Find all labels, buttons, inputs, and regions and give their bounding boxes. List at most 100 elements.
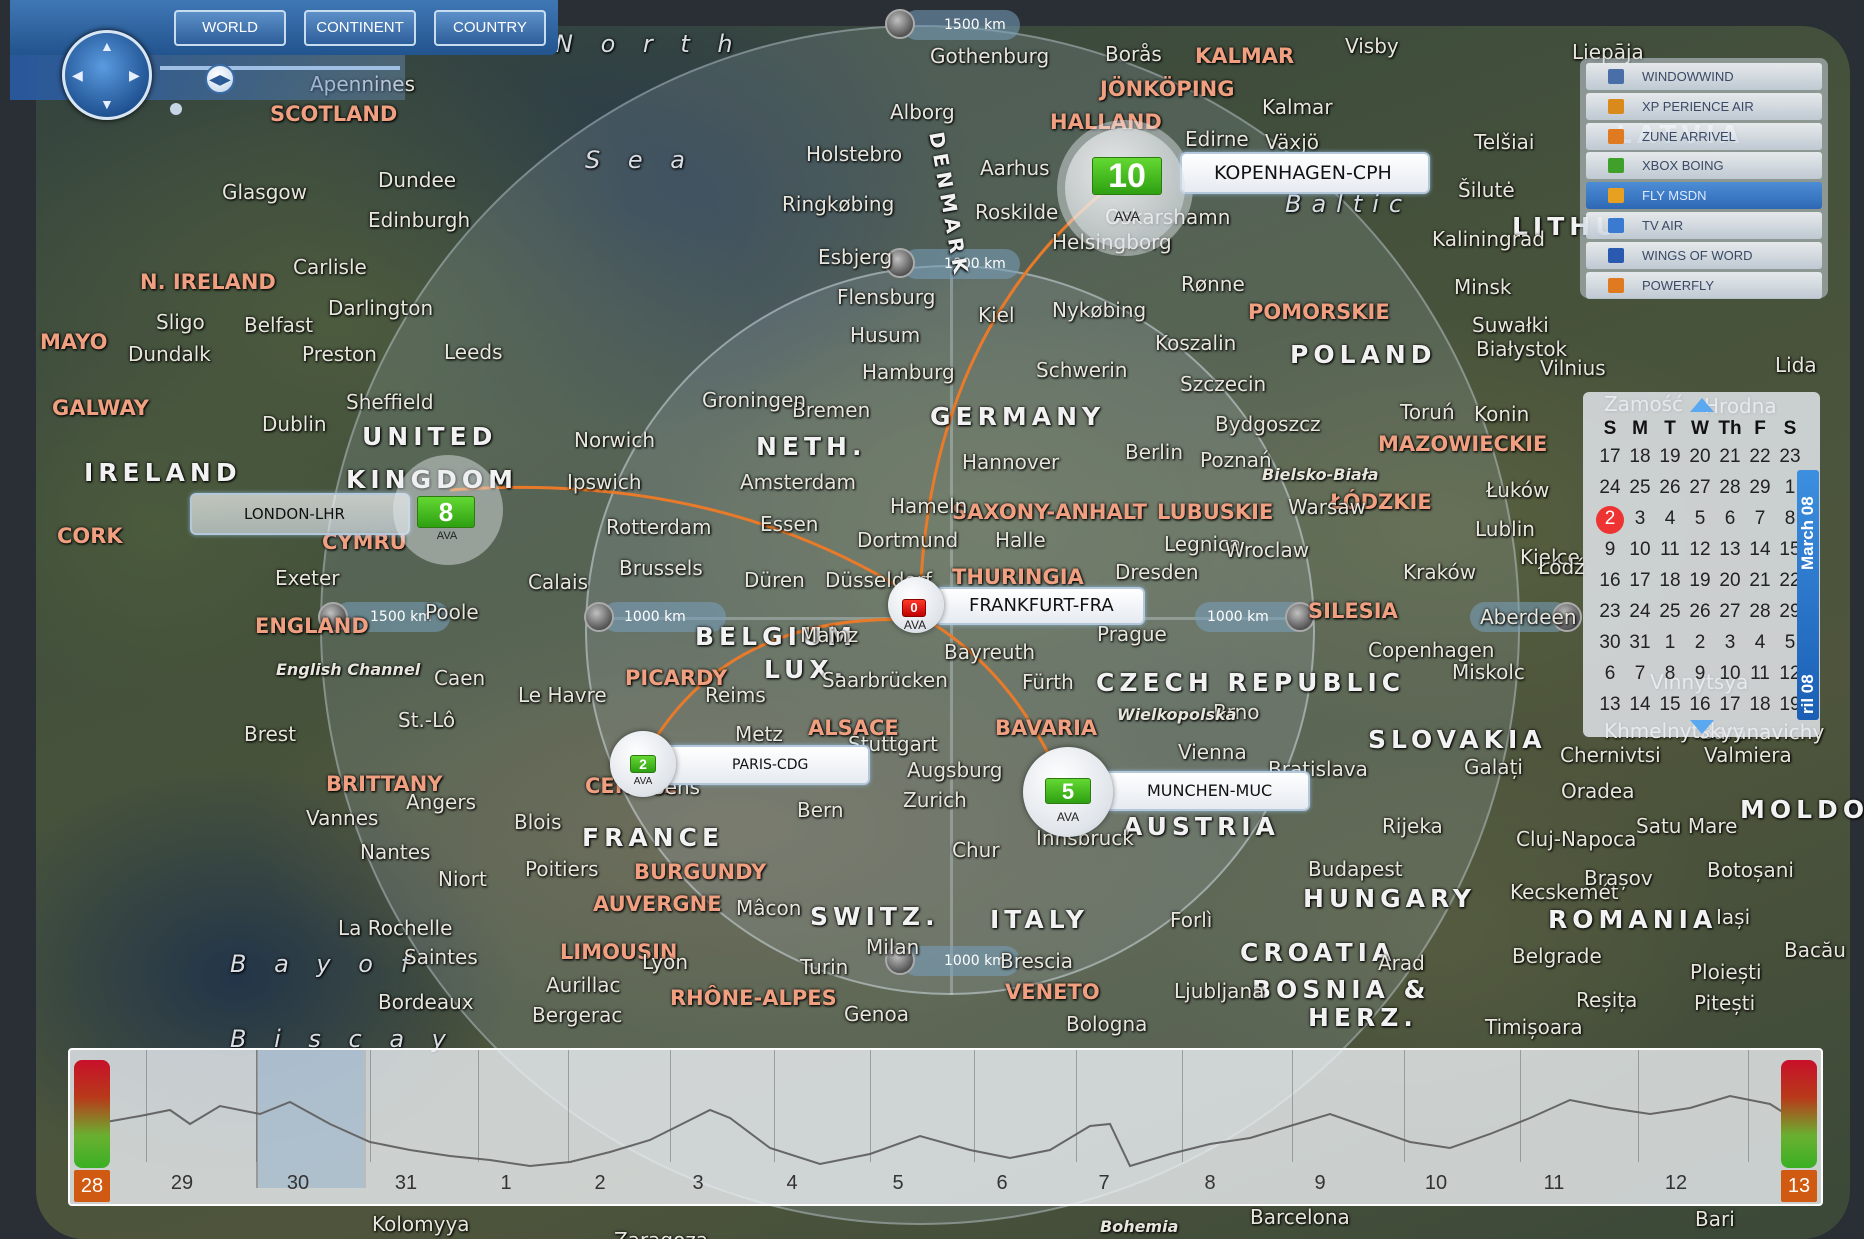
airport-label[interactable]: FRANKFURT-FRA <box>935 587 1145 625</box>
calendar-day[interactable]: 18 <box>1745 694 1775 716</box>
calendar-day[interactable]: 17 <box>1595 446 1625 468</box>
distance-handle[interactable] <box>885 9 915 39</box>
calendar-day[interactable]: 27 <box>1715 601 1745 623</box>
pan-compass[interactable]: ▲ ▼ ◀ ▶ <box>62 30 152 120</box>
calendar-day[interactable]: 9 <box>1595 539 1625 561</box>
calendar-scroll-up-icon[interactable] <box>1690 398 1714 412</box>
calendar-day[interactable]: 16 <box>1685 694 1715 716</box>
calendar-day[interactable]: 26 <box>1685 601 1715 623</box>
timeline-day-label[interactable]: 30 <box>278 1172 318 1195</box>
continent-button[interactable]: CONTINENT <box>304 10 416 46</box>
airport-label[interactable]: KOPENHAGEN-CPH <box>1180 152 1430 194</box>
airline-item[interactable]: POWERFLY <box>1586 271 1822 299</box>
calendar-day[interactable]: 18 <box>1655 570 1685 592</box>
calendar-month-strip[interactable]: March 08 ril 08 <box>1797 470 1819 720</box>
calendar-day[interactable]: 18 <box>1625 446 1655 468</box>
timeline[interactable]: 29 30 31 1 2 3 4 5 6 7 8 9 10 11 12 28 13 <box>68 1048 1823 1206</box>
calendar-scroll-down-icon[interactable] <box>1690 720 1714 734</box>
calendar-day[interactable]: 30 <box>1595 632 1625 654</box>
calendar-day[interactable]: 29 <box>1745 477 1775 499</box>
calendar-day[interactable]: 23 <box>1595 601 1625 623</box>
calendar-day[interactable]: 24 <box>1595 477 1625 499</box>
timeline-day-label[interactable]: 9 <box>1300 1172 1340 1195</box>
timeline-day-label[interactable]: 5 <box>878 1172 918 1195</box>
airline-item[interactable]: WINDOWWIND <box>1586 63 1822 90</box>
pan-up-icon[interactable]: ▲ <box>100 39 114 53</box>
calendar-day[interactable]: 21 <box>1715 446 1745 468</box>
calendar-day[interactable]: 19 <box>1655 446 1685 468</box>
calendar-day[interactable]: 6 <box>1595 663 1625 685</box>
timeline-end-day[interactable]: 13 <box>1781 1170 1817 1202</box>
pan-left-icon[interactable]: ◀ <box>72 68 83 82</box>
calendar-day[interactable]: 14 <box>1625 694 1655 716</box>
calendar-day[interactable]: 14 <box>1745 539 1775 561</box>
timeline-start-day[interactable]: 28 <box>74 1170 110 1202</box>
timeline-day-label[interactable]: 7 <box>1084 1172 1124 1195</box>
airline-item[interactable]: WINGS OF WORD <box>1586 241 1822 269</box>
calendar-day[interactable]: 26 <box>1655 477 1685 499</box>
calendar-day[interactable]: 10 <box>1625 539 1655 561</box>
calendar-day[interactable]: 3 <box>1625 508 1655 530</box>
calendar-day[interactable]: 11 <box>1745 663 1775 685</box>
timeline-day-label[interactable]: 2 <box>580 1172 620 1195</box>
calendar-day[interactable]: 20 <box>1715 570 1745 592</box>
calendar-day[interactable]: 25 <box>1655 601 1685 623</box>
timeline-day-label[interactable]: 31 <box>386 1172 426 1195</box>
timeline-day-label[interactable]: 6 <box>982 1172 1022 1195</box>
calendar-day[interactable]: 13 <box>1715 539 1745 561</box>
airline-item[interactable]: XBOX BOING <box>1586 152 1822 180</box>
calendar-day[interactable]: 8 <box>1655 663 1685 685</box>
airport-label[interactable]: LONDON-LHR <box>190 493 410 535</box>
zoom-slider-handle[interactable]: ◀▶ <box>205 64 235 94</box>
timeline-day-label[interactable]: 3 <box>678 1172 718 1195</box>
world-button[interactable]: WORLD <box>174 10 286 46</box>
zoom-min-dot[interactable] <box>170 103 182 115</box>
timeline-day-label[interactable]: 10 <box>1416 1172 1456 1195</box>
airline-item[interactable]: XP PERIENCE AIR <box>1586 92 1822 120</box>
calendar-day[interactable]: 16 <box>1595 570 1625 592</box>
calendar-day[interactable]: 15 <box>1655 694 1685 716</box>
calendar-day[interactable]: 9 <box>1685 663 1715 685</box>
distance-handle[interactable] <box>584 602 614 632</box>
calendar-day[interactable]: 5 <box>1685 508 1715 530</box>
calendar-day[interactable]: 11 <box>1655 539 1685 561</box>
calendar-day[interactable]: 28 <box>1715 477 1745 499</box>
calendar-day[interactable]: 12 <box>1685 539 1715 561</box>
calendar-day[interactable]: 13 <box>1595 694 1625 716</box>
calendar-day[interactable]: 10 <box>1715 663 1745 685</box>
timeline-day-label[interactable]: 1 <box>486 1172 526 1195</box>
calendar-day[interactable]: 4 <box>1745 632 1775 654</box>
timeline-day-label[interactable]: 8 <box>1190 1172 1230 1195</box>
calendar-day-today[interactable]: 2 <box>1595 508 1625 530</box>
timeline-day-label[interactable]: 11 <box>1534 1172 1574 1195</box>
calendar-day[interactable]: 23 <box>1775 446 1805 468</box>
calendar-day[interactable]: 17 <box>1625 570 1655 592</box>
zoom-track[interactable] <box>160 66 400 70</box>
calendar-day[interactable]: 1 <box>1655 632 1685 654</box>
calendar-day[interactable]: 27 <box>1685 477 1715 499</box>
calendar-day[interactable]: 20 <box>1685 446 1715 468</box>
calendar-day[interactable]: 3 <box>1715 632 1745 654</box>
airline-item[interactable]: ZUNE ARRIVEL <box>1586 122 1822 150</box>
pan-right-icon[interactable]: ▶ <box>129 68 140 82</box>
country-button[interactable]: COUNTRY <box>434 10 546 46</box>
timeline-day-label[interactable]: 4 <box>772 1172 812 1195</box>
airline-item[interactable]: FLY MSDN <box>1586 182 1822 210</box>
calendar-day[interactable]: 28 <box>1745 601 1775 623</box>
timeline-day-label[interactable]: 12 <box>1656 1172 1696 1195</box>
calendar-day[interactable]: 6 <box>1715 508 1745 530</box>
calendar-day[interactable]: 17 <box>1715 694 1745 716</box>
calendar-day[interactable]: 22 <box>1745 446 1775 468</box>
calendar-day[interactable]: 4 <box>1655 508 1685 530</box>
airline-item[interactable]: TV AIR <box>1586 211 1822 239</box>
calendar-day[interactable]: 19 <box>1685 570 1715 592</box>
calendar-day[interactable]: 21 <box>1745 570 1775 592</box>
pan-down-icon[interactable]: ▼ <box>100 97 114 111</box>
calendar-day[interactable]: 2 <box>1685 632 1715 654</box>
timeline-day-label[interactable]: 29 <box>162 1172 202 1195</box>
calendar-day[interactable]: 24 <box>1625 601 1655 623</box>
calendar-day[interactable]: 25 <box>1625 477 1655 499</box>
calendar-day[interactable]: 31 <box>1625 632 1655 654</box>
calendar-day[interactable]: 7 <box>1625 663 1655 685</box>
calendar-day[interactable]: 7 <box>1745 508 1775 530</box>
